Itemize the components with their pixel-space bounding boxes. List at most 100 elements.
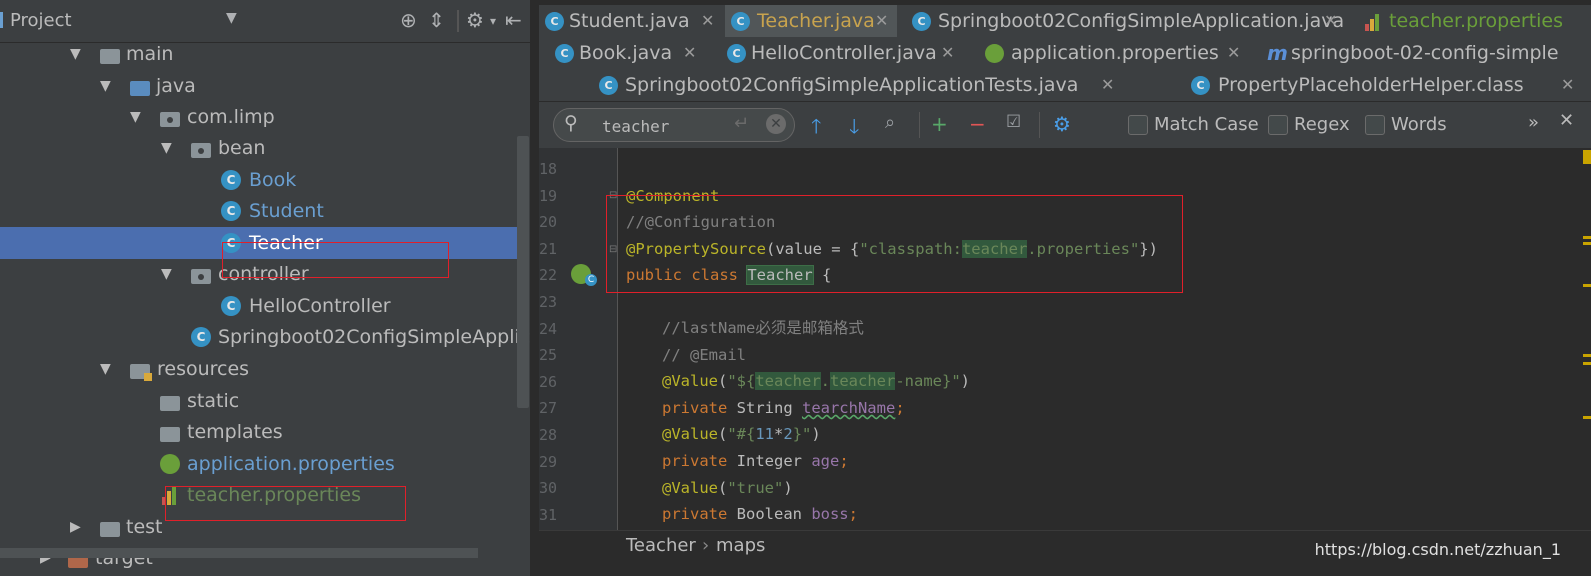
tab-student-java[interactable]: C Student.java ✕ (545, 5, 723, 37)
search-input[interactable] (600, 114, 734, 138)
previous-occurrence-icon[interactable]: 🡑 (811, 112, 821, 146)
tab-book-java[interactable]: C Book.java ✕ (555, 37, 705, 69)
locate-target-icon[interactable]: ⊕ (400, 8, 417, 32)
collapse-all-icon[interactable]: ⇕ (428, 8, 445, 32)
vertical-scrollbar[interactable] (517, 136, 529, 408)
clear-search-icon[interactable]: ✕ (766, 114, 786, 134)
expand-arrow-icon[interactable]: ▼ (100, 353, 111, 385)
words-checkbox[interactable] (1365, 115, 1385, 135)
add-selection-icon[interactable]: + (931, 112, 948, 136)
string-token: }" (792, 425, 812, 443)
tree-item-hellocontroller[interactable]: C HelloController (0, 290, 527, 322)
hide-panel-icon[interactable]: ⇤ (505, 8, 522, 32)
project-panel-header: Project ▼ ⊕ ⇕ ⚙ ▾ ⇤ (0, 0, 537, 43)
tab-teacher-properties[interactable]: teacher.properties (1365, 5, 1591, 37)
panel-splitter[interactable] (530, 0, 539, 576)
tree-item-label: resources (157, 358, 250, 380)
tree-item-com-limp[interactable]: ▼ com.limp (0, 101, 527, 133)
regex-label: Regex (1294, 114, 1350, 135)
code-line-31[interactable]: private Boolean boss; (662, 501, 858, 527)
tree-item-application-class[interactable]: C Springboot02ConfigSimpleApplicati (0, 321, 537, 353)
tab-teacher-java[interactable]: C Teacher.java ✕ (725, 5, 897, 37)
code-line-27[interactable]: private String tearchName; (662, 395, 905, 421)
tree-item-label: com.limp (187, 106, 275, 128)
keyword-token: private (662, 399, 737, 417)
tree-item-java[interactable]: ▼ java (0, 70, 527, 102)
gear-icon[interactable]: ⚙ (466, 8, 484, 32)
stripe-mark[interactable] (1583, 416, 1591, 419)
tree-item-book[interactable]: C Book (0, 164, 527, 196)
close-icon[interactable]: ✕ (701, 5, 714, 37)
tree-item-application-properties[interactable]: application.properties (0, 448, 527, 480)
class-icon: C (221, 170, 241, 190)
project-view-selector[interactable]: Project (10, 10, 72, 31)
tree-item-label: application.properties (187, 453, 395, 475)
tree-item-label: static (187, 390, 240, 412)
code-line-29[interactable]: private Integer age; (662, 448, 849, 474)
code-line-26[interactable]: @Value("${teacher.teacher-name}") (662, 368, 970, 394)
tab-propertyplaceholderhelper-class[interactable]: C PropertyPlaceholderHelper.class ✕ (1125, 69, 1591, 101)
search-field[interactable]: ⚲ ↵ ✕ (553, 108, 795, 142)
stripe-mark[interactable] (1583, 362, 1591, 365)
close-icon[interactable]: ✕ (1227, 37, 1240, 69)
close-icon[interactable]: ✕ (875, 5, 888, 37)
stripe-mark[interactable] (1583, 354, 1591, 357)
tab-hellocontroller-java[interactable]: C HelloController.java ✕ (727, 37, 965, 69)
stripe-mark[interactable] (1583, 150, 1591, 164)
expand-arrow-icon[interactable]: ▼ (70, 38, 81, 70)
tab-application-properties[interactable]: application.properties ✕ (985, 37, 1245, 69)
tree-item-bean[interactable]: ▼ bean (0, 132, 527, 164)
tab-maven-project[interactable]: m springboot-02-config-simple (1267, 37, 1591, 69)
regex-checkbox[interactable] (1268, 115, 1288, 135)
close-icon[interactable]: ✕ (941, 37, 954, 69)
expand-arrow-icon[interactable]: ▼ (161, 258, 172, 290)
code-line-24[interactable]: //lastName必须是邮箱格式 (662, 315, 864, 341)
expand-arrow-icon[interactable]: ▼ (100, 70, 111, 102)
code-line-25[interactable]: // @Email (662, 342, 746, 368)
close-icon[interactable]: ✕ (1559, 110, 1574, 131)
tree-item-target[interactable]: ▶ target (0, 542, 527, 574)
tree-item-templates[interactable]: templates (0, 416, 527, 448)
line-number: 27 (539, 399, 558, 417)
gear-dropdown-icon[interactable]: ▾ (490, 14, 496, 28)
stripe-mark[interactable] (1583, 236, 1591, 239)
code-line-28[interactable]: @Value("#{11*2}") (662, 421, 821, 447)
horizontal-scrollbar[interactable] (0, 548, 478, 558)
collapse-arrow-icon[interactable]: ▶ (70, 511, 81, 543)
type-token: Integer (736, 452, 812, 470)
folder-icon (100, 522, 120, 537)
close-icon[interactable]: ✕ (683, 37, 696, 69)
close-icon[interactable]: ✕ (1101, 69, 1114, 101)
tab-application-java[interactable]: C Springboot02ConfigSimpleApplication.ja… (912, 5, 1344, 37)
tree-item-student[interactable]: C Student (0, 195, 527, 227)
collapse-arrow-icon[interactable]: ▶ (40, 542, 51, 574)
expand-arrow-icon[interactable]: ▼ (161, 132, 172, 164)
code-line-30[interactable]: @Value("true") (662, 475, 793, 501)
tree-item-main[interactable]: ▼ main (0, 38, 527, 70)
select-all-occurrences-icon[interactable]: ☑ (1006, 112, 1021, 132)
error-stripe[interactable] (1581, 148, 1591, 530)
match-case-checkbox[interactable] (1128, 115, 1148, 135)
breadcrumb-member[interactable]: maps (716, 535, 765, 556)
more-options-icon[interactable]: » (1528, 112, 1539, 133)
gear-icon[interactable]: ⚙ (1053, 112, 1071, 136)
stripe-mark[interactable] (1583, 242, 1591, 245)
tree-item-static[interactable]: static (0, 385, 527, 417)
field-token: boss (811, 505, 849, 523)
project-panel: Project ▼ ⊕ ⇕ ⚙ ▾ ⇤ ▼ main ▼ java ▼ com.… (0, 0, 537, 576)
string-token: "#{ (727, 425, 756, 443)
project-icon (0, 12, 3, 28)
find-all-icon[interactable]: ⌕ (885, 112, 895, 133)
close-icon[interactable]: ✕ (1324, 5, 1337, 37)
breadcrumb-class[interactable]: Teacher (626, 535, 696, 556)
expand-arrow-icon[interactable]: ▼ (130, 101, 141, 133)
tab-application-tests-java[interactable]: C Springboot02ConfigSimpleApplicationTes… (599, 69, 1121, 101)
close-icon[interactable]: ✕ (1561, 69, 1574, 101)
tree-item-resources[interactable]: ▼ resources (0, 353, 527, 385)
stripe-mark[interactable] (1583, 284, 1591, 287)
chevron-down-icon[interactable]: ▼ (226, 10, 237, 26)
search-icon[interactable]: ⚲ (564, 112, 578, 134)
next-occurrence-icon[interactable]: 🡓 (849, 112, 859, 146)
toolbar-divider (457, 10, 459, 32)
remove-selection-icon[interactable]: − (969, 112, 986, 136)
